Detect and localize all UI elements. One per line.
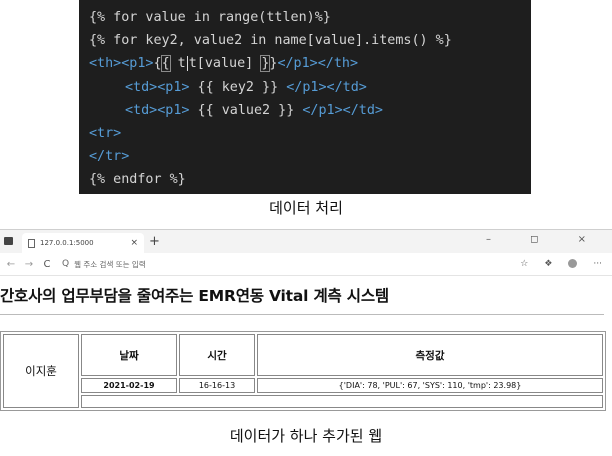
code-token-brace: {	[153, 56, 162, 72]
header-time: 시간	[179, 334, 255, 376]
search-icon: Q	[62, 259, 70, 269]
window-controls[interactable]: – ◻ ×	[486, 234, 604, 245]
code-line-tr-open: <tr>	[89, 125, 122, 141]
extensions-icon[interactable]: ❖	[544, 259, 552, 269]
caption-data-processing: 데이터 처리	[269, 199, 343, 217]
browser-window: 127.0.0.1:5000 × + – ◻ × ← → C Q 웹 주소 검색…	[0, 229, 612, 420]
header-date: 날짜	[81, 334, 177, 376]
code-line-td-value: <td><p1> {{ value2 }} </p1></td>	[89, 99, 531, 122]
close-tab-icon[interactable]: ×	[130, 238, 138, 248]
back-icon[interactable]: ←	[4, 259, 18, 270]
patient-name-cell: 이지훈	[3, 334, 79, 408]
code-token-var: t	[169, 56, 186, 72]
cell-time: 16-16-13	[179, 378, 255, 393]
vital-table: 이지훈 날짜 시간 측정값 2021-02-19 16-16-13 {'DIA'…	[0, 331, 606, 411]
code-token-th-close: </p1></th>	[277, 56, 359, 72]
code-token-td-close: </p1></td>	[302, 102, 383, 118]
cell-date: 2021-02-19	[81, 378, 177, 393]
url-input[interactable]: Q 웹 주소 검색 또는 입력	[62, 259, 520, 270]
forward-icon[interactable]: →	[22, 259, 36, 270]
page-title: 간호사의 업무부담을 줄여주는 EMR연동 Vital 계측 시스템	[0, 287, 389, 305]
text-cursor	[186, 55, 188, 71]
address-bar: ← → C Q 웹 주소 검색 또는 입력 ☆ ❖ ···	[0, 253, 612, 276]
code-token-td-close: </p1></td>	[286, 79, 367, 95]
code-line-tr-close: </tr>	[89, 149, 130, 165]
code-line-td-key: <td><p1> {{ key2 }} </p1></td>	[89, 76, 531, 99]
code-token-var: {{ key2 }}	[189, 79, 287, 95]
code-token-var: t[value]	[188, 56, 262, 72]
cell-measurement: {'DIA': 78, 'PUL': 67, 'SYS': 110, 'tmp'…	[257, 378, 603, 393]
code-line-th: <th><p1>{{ t t[value] }}</p1></th>	[89, 52, 531, 75]
empty-cell	[81, 395, 603, 408]
code-line-for-range: {% for value in range(ttlen)%}	[89, 10, 331, 25]
new-tab-icon[interactable]: +	[149, 234, 160, 249]
table-row: 이지훈 날짜 시간 측정값	[3, 334, 603, 408]
table-row: 2021-02-19 16-16-13 {'DIA': 78, 'PUL': 6…	[3, 378, 603, 393]
code-token-var: {{ value2 }}	[189, 102, 303, 118]
favorite-icon[interactable]: ☆	[520, 259, 528, 269]
divider	[0, 314, 604, 315]
web-page: 간호사의 업무부담을 줄여주는 EMR연동 Vital 계측 시스템 이지훈 날…	[0, 276, 612, 420]
reload-icon[interactable]: C	[40, 259, 54, 270]
tab-bar: 127.0.0.1:5000 × + – ◻ ×	[0, 230, 612, 253]
browser-tab[interactable]: 127.0.0.1:5000 ×	[22, 233, 144, 253]
tab-actions-icon[interactable]	[4, 237, 13, 245]
page-icon	[28, 238, 35, 248]
table-row	[3, 395, 603, 408]
tab-title: 127.0.0.1:5000	[40, 239, 94, 247]
toolbar-icons: ☆ ❖ ···	[520, 259, 602, 269]
caption-web-added: 데이터가 하나 추가된 웹	[229, 427, 383, 445]
profile-avatar[interactable]	[568, 259, 578, 268]
code-token-brace-highlight: {	[160, 55, 171, 73]
code-token-th-open: <th><p1>	[89, 56, 154, 72]
code-editor-snippet: {% for value in range(ttlen)%} {% for ke…	[79, 0, 531, 194]
code-token-td-open: <td><p1>	[125, 102, 190, 118]
code-token-td-open: <td><p1>	[125, 79, 190, 95]
header-measurement: 측정값	[257, 334, 603, 376]
code-line-for-items: {% for key2, value2 in name[value].items…	[89, 33, 452, 49]
more-menu-icon[interactable]: ···	[593, 259, 602, 269]
code-line-endfor: {% endfor %}	[89, 172, 186, 188]
url-placeholder: 웹 주소 검색 또는 입력	[74, 259, 146, 269]
